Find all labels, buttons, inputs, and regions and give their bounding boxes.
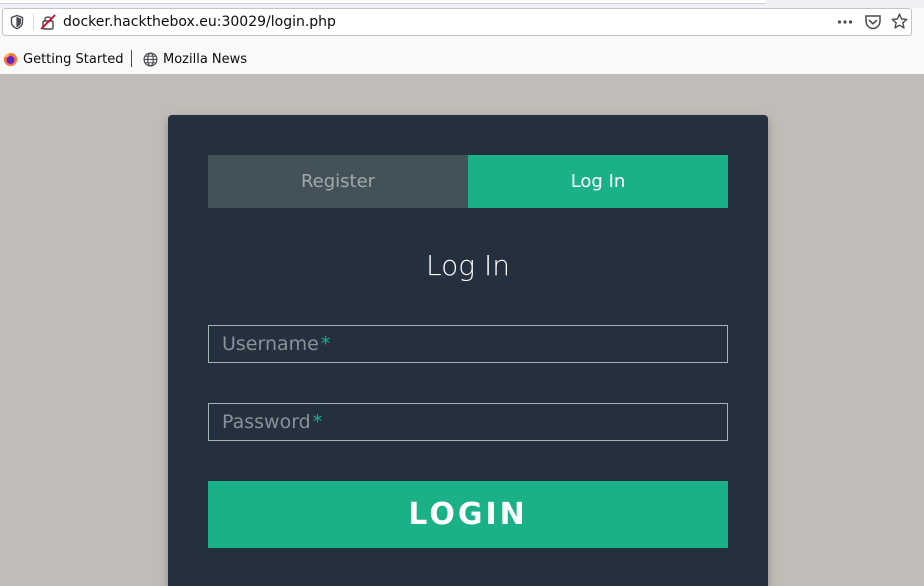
password-field[interactable]: Password * [208, 403, 728, 441]
urlbar-divider [33, 14, 34, 30]
form-title: Log In [426, 249, 510, 282]
pocket-icon[interactable] [864, 14, 882, 30]
url-text[interactable]: docker.hackthebox.eu:30029/login.php [63, 13, 336, 31]
shield-icon[interactable] [9, 14, 25, 30]
bookmark-getting-started[interactable]: Getting Started [3, 48, 124, 70]
more-horizontal-icon[interactable] [837, 14, 853, 30]
tab-log-in[interactable]: Log In [468, 155, 728, 208]
active-tab-edge[interactable] [0, 0, 766, 4]
bookmark-separator [131, 50, 132, 67]
firefox-icon [3, 52, 18, 66]
username-label: Username * [222, 332, 330, 356]
insecure-lock-icon[interactable] [39, 14, 57, 30]
star-icon[interactable] [891, 13, 908, 30]
globe-icon [143, 52, 158, 66]
username-field[interactable]: Username * [208, 325, 728, 363]
login-button[interactable]: LOGIN [208, 481, 728, 548]
bookmarks-toolbar: Getting Started Mozilla News [0, 48, 924, 70]
address-bar[interactable]: docker.hackthebox.eu:30029/login.php [2, 8, 912, 36]
tab-register[interactable]: Register [208, 155, 468, 208]
username-label-text: Username [222, 333, 319, 355]
password-label: Password * [222, 410, 322, 434]
bookmark-label: Mozilla News [163, 51, 248, 67]
browser-chrome: docker.hackthebox.eu:30029/login.php Get… [0, 0, 924, 74]
login-card: Register Log In Log In Username * Passwor… [168, 115, 768, 586]
form-tabs: Register Log In [208, 155, 728, 208]
password-label-text: Password [222, 411, 311, 433]
required-mark: * [312, 411, 323, 433]
bookmark-mozilla-news[interactable]: Mozilla News [143, 48, 247, 70]
bookmark-label: Getting Started [23, 51, 124, 67]
required-mark: * [320, 333, 331, 355]
